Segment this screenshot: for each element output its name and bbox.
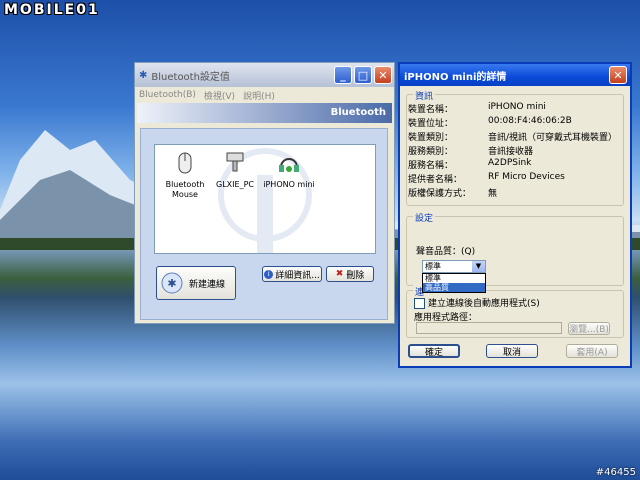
apply-button[interactable]: 套用(A) bbox=[566, 344, 618, 358]
quality-select[interactable]: 標準 ▼ bbox=[422, 260, 486, 273]
title-bar[interactable]: iPHONO mini的詳情 ✕ bbox=[400, 64, 630, 86]
bluetooth-brand: Bluetooth bbox=[330, 107, 386, 118]
menu-bluetooth[interactable]: Bluetooth(B) bbox=[139, 90, 196, 100]
delete-button[interactable]: ✖ 刪除 bbox=[326, 266, 374, 282]
details-label: 詳細資訊... bbox=[275, 270, 320, 281]
application-path-input[interactable] bbox=[416, 322, 562, 334]
site-logo: MOBILE01 bbox=[4, 2, 100, 18]
info-row-device-address: 裝置位址： 00:08:F4:46:06:2B bbox=[408, 116, 572, 129]
delete-icon: ✖ bbox=[335, 269, 344, 279]
chevron-down-icon[interactable]: ▼ bbox=[472, 261, 485, 272]
device-glxie-pc[interactable]: GLXIE_PC bbox=[205, 151, 265, 190]
info-row-device-name: 裝置名稱： iPHONO mini bbox=[408, 102, 546, 115]
close-button[interactable]: ✕ bbox=[609, 66, 627, 84]
autostart-label: 建立連線後自動應用程式(S) bbox=[428, 299, 540, 309]
new-connection-label: 新建連線 bbox=[189, 279, 226, 290]
svg-text:✱: ✱ bbox=[167, 277, 176, 290]
bluetooth-banner: Bluetooth bbox=[137, 103, 392, 123]
menu-help[interactable]: 說明(H) bbox=[243, 89, 275, 102]
settings-caption: 設定 bbox=[413, 211, 436, 224]
device-list: Bluetooth Mouse GLXIE_PC iPHONO mini bbox=[154, 144, 376, 254]
menu-view[interactable]: 檢視(V) bbox=[204, 89, 235, 102]
info-row-service-class: 服務類別： 音訊接收器 bbox=[408, 147, 534, 157]
minimize-button[interactable]: _ bbox=[334, 66, 352, 84]
info-row-device-class: 裝置類別： 音訊/視訊（可穿戴式耳機裝置） bbox=[408, 133, 618, 143]
maximize-button[interactable]: □ bbox=[354, 66, 372, 84]
info-icon: i bbox=[264, 269, 274, 279]
new-connection-button[interactable]: ✱ 新建連線 bbox=[156, 266, 236, 300]
title-bar[interactable]: ✱ Bluetooth設定值 _ □ ✕ bbox=[135, 63, 394, 87]
quality-dropdown-list: 標準 高品質 bbox=[422, 273, 486, 293]
new-connection-icon: ✱ bbox=[161, 272, 183, 294]
info-row-service-name: 服務名稱： A2DPSink bbox=[408, 158, 532, 171]
info-row-provider-name: 提供者名稱： RF Micro Devices bbox=[408, 172, 565, 185]
quality-option-standard[interactable]: 標準 bbox=[423, 274, 485, 283]
autostart-option[interactable]: 建立連線後自動應用程式(S) bbox=[414, 296, 540, 309]
quality-selected-value: 標準 bbox=[425, 262, 441, 271]
info-row-copy-protection: 版權保護方式：無 bbox=[408, 189, 498, 199]
window-title: iPHONO mini的詳情 bbox=[404, 71, 507, 83]
menu-bar: Bluetooth(B) 檢視(V) 說明(H) bbox=[135, 87, 394, 103]
browse-button[interactable]: 瀏覽...(B) bbox=[568, 322, 610, 335]
ok-button[interactable]: 確定 bbox=[408, 344, 460, 358]
bluetooth-app-icon: ✱ bbox=[139, 69, 148, 81]
close-button[interactable]: ✕ bbox=[374, 66, 392, 84]
window-title: Bluetooth設定值 bbox=[151, 71, 230, 83]
quality-label: 聲音品質：(Q) bbox=[416, 247, 476, 257]
device-details-window: iPHONO mini的詳情 ✕ 資訊 裝置名稱： iPHONO mini 裝置位… bbox=[398, 62, 632, 368]
cancel-button[interactable]: 取消 bbox=[486, 344, 538, 358]
mouse-icon bbox=[178, 152, 192, 174]
device-name: GLXIE_PC bbox=[216, 180, 254, 189]
details-button[interactable]: i 詳細資訊... bbox=[262, 266, 322, 282]
headphones-icon bbox=[279, 158, 299, 172]
device-name: iPHONO mini bbox=[263, 180, 315, 189]
image-id-watermark: #46455 bbox=[595, 467, 636, 478]
device-iphono-mini[interactable]: iPHONO mini bbox=[259, 151, 319, 190]
quality-option-high[interactable]: 高品質 bbox=[423, 283, 485, 292]
computer-icon bbox=[226, 152, 244, 172]
info-caption: 資訊 bbox=[413, 89, 436, 102]
delete-label: 刪除 bbox=[346, 270, 365, 281]
autostart-checkbox[interactable] bbox=[414, 298, 425, 309]
